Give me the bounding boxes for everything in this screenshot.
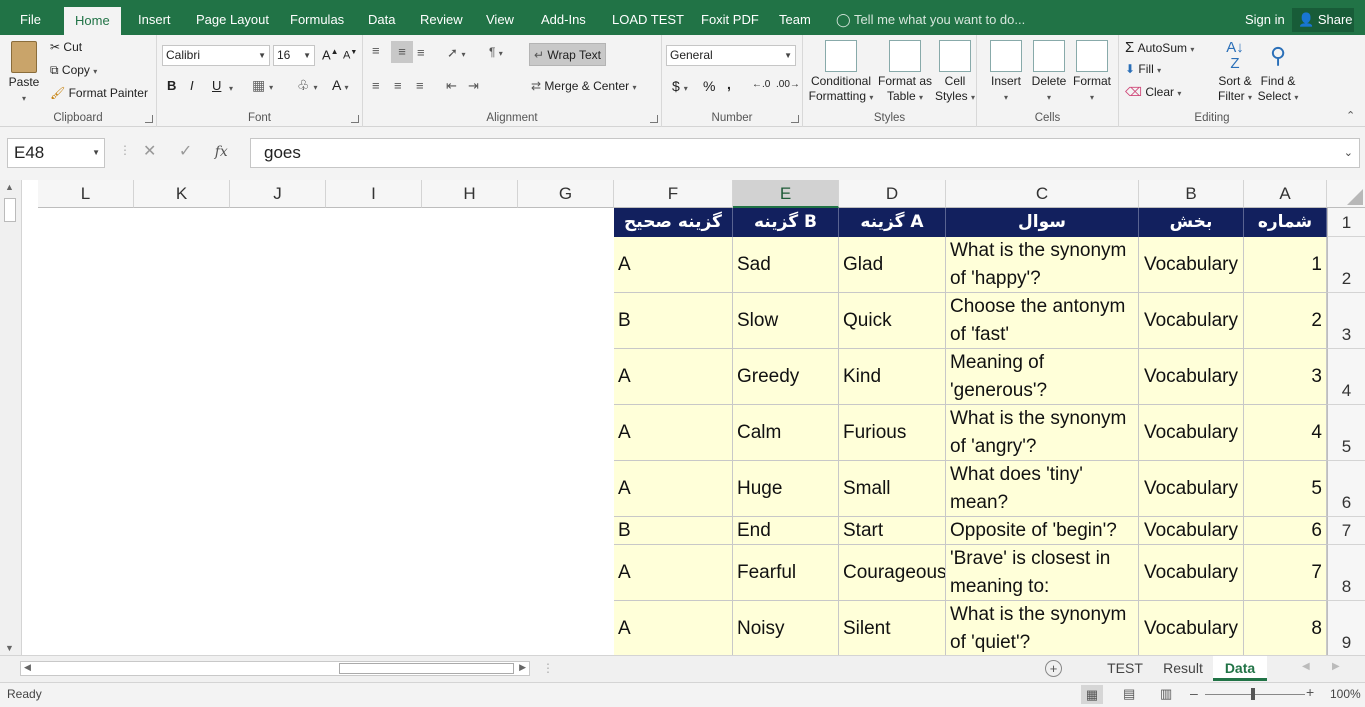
question-line-1: Choose the antonym (950, 296, 1126, 317)
cell-a6[interactable]: 5 (1244, 461, 1327, 517)
cell-e7[interactable]: End (733, 517, 839, 545)
cell-d8[interactable]: Courageous (839, 545, 946, 601)
cell-b2[interactable]: Vocabulary (1139, 237, 1244, 293)
cell-f4[interactable]: A (614, 349, 733, 405)
cell-d7[interactable]: Start (839, 517, 946, 545)
cell-f5[interactable]: A (614, 405, 733, 461)
question-line-1: What is the synonym (950, 408, 1127, 429)
zoom-slider[interactable] (1205, 688, 1305, 700)
sheet-tab-bar: ◀ ▶ ⋮ + TEST Result Data ◀ ▶ (0, 655, 1365, 682)
cell-c5[interactable]: What is the synonym of 'angry'? (946, 405, 1139, 461)
question-line-1: What does 'tiny' (950, 464, 1083, 485)
cell-b7[interactable]: Vocabulary (1139, 517, 1244, 545)
cell-b5[interactable]: Vocabulary (1139, 405, 1244, 461)
row-header-6[interactable]: 6 (1327, 461, 1365, 517)
cell-a5[interactable]: 4 (1244, 405, 1327, 461)
row-header-7[interactable]: 7 (1327, 517, 1365, 545)
cell-f7[interactable]: B (614, 517, 733, 545)
cell-c8[interactable]: 'Brave' is closest in meaning to: (946, 545, 1139, 601)
question-line-1: What is the synonym (950, 240, 1127, 261)
question-line-2: of 'happy'? (950, 268, 1041, 289)
row-header-3[interactable]: 3 (1327, 293, 1365, 349)
cell-c4[interactable]: Meaning of 'generous'? (946, 349, 1139, 405)
cell-d2[interactable]: Glad (839, 237, 946, 293)
horizontal-scrollbar[interactable]: ◀ ▶ (20, 661, 530, 676)
horizontal-scroll-thumb[interactable] (339, 663, 514, 674)
page-break-view-icon[interactable]: ▥ (1160, 686, 1172, 702)
cell-d5[interactable]: Furious (839, 405, 946, 461)
cell-c2[interactable]: What is the synonym of 'happy'? (946, 237, 1139, 293)
split-dots-icon: ⋮ (542, 661, 554, 675)
row-header-8[interactable]: 8 (1327, 545, 1365, 601)
cell-d9[interactable]: Silent (839, 601, 946, 655)
cell-b6[interactable]: Vocabulary (1139, 461, 1244, 517)
zoom-in-icon[interactable]: + (1306, 684, 1314, 700)
cell-e5[interactable]: Calm (733, 405, 839, 461)
next-sheet-icon[interactable]: ▶ (1332, 661, 1340, 672)
zoom-level[interactable]: 100% (1330, 687, 1361, 701)
data-rows: A Sad Glad What is the synonym of 'happy'? Vo… (0, 0, 1365, 655)
question-line-2: meaning to: (950, 576, 1050, 597)
question-line-1: What is the synonym (950, 604, 1127, 625)
cell-d6[interactable]: Small (839, 461, 946, 517)
cell-a7[interactable]: 6 (1244, 517, 1327, 545)
cell-e2[interactable]: Sad (733, 237, 839, 293)
cell-a8[interactable]: 7 (1244, 545, 1327, 601)
question-line-2: of 'fast' (950, 324, 1010, 345)
cell-c7[interactable]: Opposite of 'begin'? (946, 517, 1139, 545)
cell-b4[interactable]: Vocabulary (1139, 349, 1244, 405)
question-line-2: mean? (950, 492, 1009, 513)
sheet-tab-result[interactable]: Result (1155, 656, 1211, 681)
sheet-tab-data[interactable]: Data (1213, 656, 1267, 681)
page-layout-view-icon[interactable]: ▤ (1123, 686, 1135, 702)
cell-a2[interactable]: 1 (1244, 237, 1327, 293)
sheet-tab-test[interactable]: TEST (1100, 656, 1150, 681)
cell-f6[interactable]: A (614, 461, 733, 517)
question-line-1: Opposite of 'begin'? (950, 520, 1117, 541)
cell-e3[interactable]: Slow (733, 293, 839, 349)
cell-f9[interactable]: A (614, 601, 733, 655)
cell-a3[interactable]: 2 (1244, 293, 1327, 349)
normal-view-icon[interactable]: ▦ (1081, 685, 1103, 704)
row-header-5[interactable]: 5 (1327, 405, 1365, 461)
cell-b9[interactable]: Vocabulary (1139, 601, 1244, 655)
cell-b8[interactable]: Vocabulary (1139, 545, 1244, 601)
ready-status: Ready (7, 687, 42, 701)
cell-c9[interactable]: What is the synonym of 'quiet'? (946, 601, 1139, 655)
cell-e6[interactable]: Huge (733, 461, 839, 517)
question-line-1: 'Brave' is closest in (950, 548, 1111, 569)
cell-f8[interactable]: A (614, 545, 733, 601)
question-line-2: of 'quiet'? (950, 632, 1031, 653)
cell-f2[interactable]: A (614, 237, 733, 293)
cell-a9[interactable]: 8 (1244, 601, 1327, 655)
row-header-2[interactable]: 2 (1327, 237, 1365, 293)
cell-b3[interactable]: Vocabulary (1139, 293, 1244, 349)
scroll-right-icon[interactable]: ▶ (519, 662, 526, 673)
cell-e4[interactable]: Greedy (733, 349, 839, 405)
cell-e8[interactable]: Fearful (733, 545, 839, 601)
cell-e9[interactable]: Noisy (733, 601, 839, 655)
cell-f3[interactable]: B (614, 293, 733, 349)
row-header-4[interactable]: 4 (1327, 349, 1365, 405)
cell-d4[interactable]: Kind (839, 349, 946, 405)
scroll-left-icon[interactable]: ◀ (24, 662, 31, 673)
add-sheet-button[interactable]: + (1045, 660, 1062, 677)
question-line-2: 'generous'? (950, 380, 1048, 401)
status-bar: Ready ▦ ▤ ▥ – + 100% (0, 682, 1365, 707)
question-line-1: Meaning of (950, 352, 1045, 373)
zoom-slider-thumb[interactable] (1251, 688, 1255, 700)
row-header-9[interactable]: 9 (1327, 601, 1365, 655)
cell-d3[interactable]: Quick (839, 293, 946, 349)
prev-sheet-icon[interactable]: ◀ (1302, 661, 1310, 672)
question-line-2: of 'angry'? (950, 436, 1037, 457)
zoom-out-icon[interactable]: – (1190, 685, 1198, 701)
cell-c6[interactable]: What does 'tiny' mean? (946, 461, 1139, 517)
cell-c3[interactable]: Choose the antonym of 'fast' (946, 293, 1139, 349)
cell-a4[interactable]: 3 (1244, 349, 1327, 405)
